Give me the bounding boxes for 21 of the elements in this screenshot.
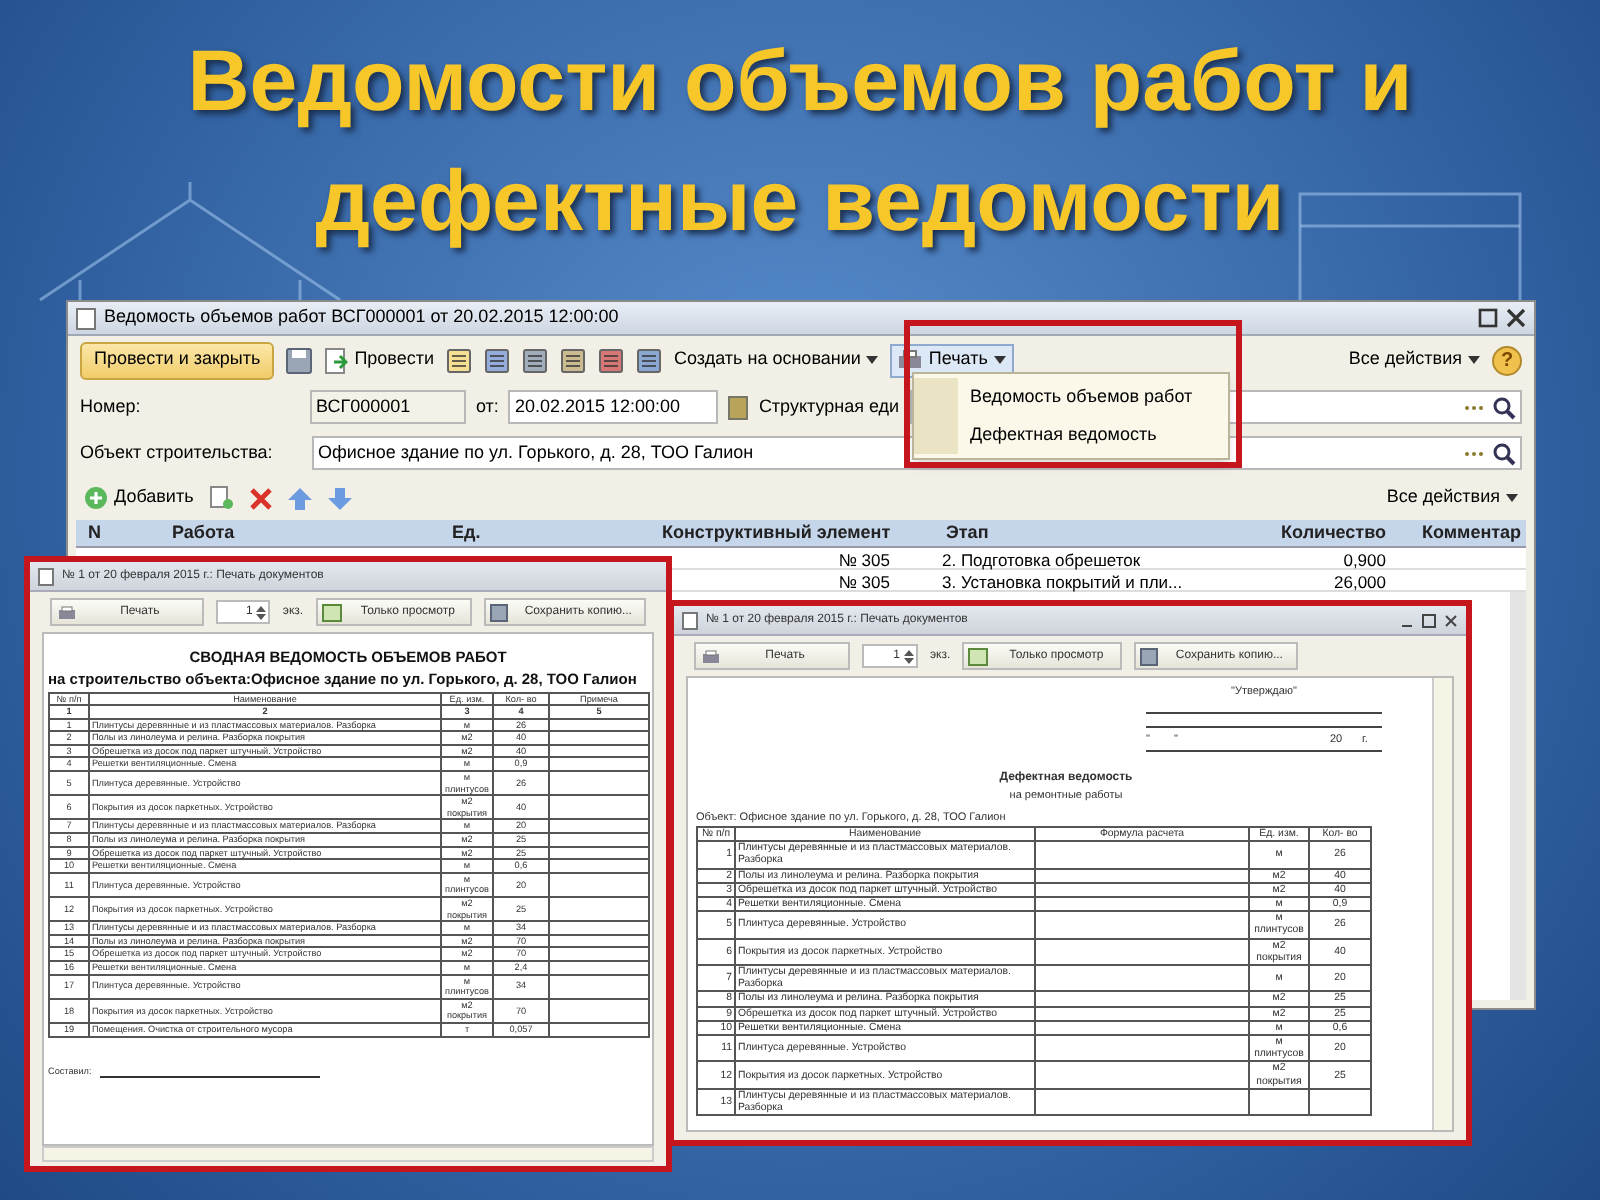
- field-label: Номер:: [80, 393, 143, 420]
- table-cell-text: 2. Подготовка обрешеток: [940, 548, 1143, 574]
- table-cell-text: № 305: [836, 548, 892, 574]
- field-label: Структурная еди: [758, 393, 900, 420]
- column-header: Этап: [944, 520, 991, 546]
- column-header: Количество: [1279, 520, 1388, 546]
- slide-title: дефектные ведомости: [315, 152, 1285, 254]
- column-header: Комментар: [1420, 520, 1524, 546]
- table-cell-text: № 305: [836, 570, 892, 596]
- table-cell-text: 3. Установка покрытий и пли...: [940, 570, 1185, 596]
- column-header: Ед.: [450, 520, 483, 546]
- field-label: Объект строительства:: [80, 439, 275, 466]
- column-header: Конструктивный элемент: [660, 520, 893, 546]
- table-cell-text: 0,900: [1341, 548, 1388, 574]
- slide-title: Ведомости объемов работ и: [187, 32, 1413, 134]
- column-header: Работа: [170, 520, 237, 546]
- window-title: Ведомость объемов работ ВСГ000001 от 20.02.2015 12:00:00: [104, 304, 621, 331]
- field-value: Офисное здание по ул. Горького, д. 28, ТОО Галион: [316, 439, 756, 466]
- column-header: N: [86, 520, 103, 546]
- field-label: от:: [476, 393, 499, 420]
- table-cell-text: 26,000: [1332, 570, 1388, 596]
